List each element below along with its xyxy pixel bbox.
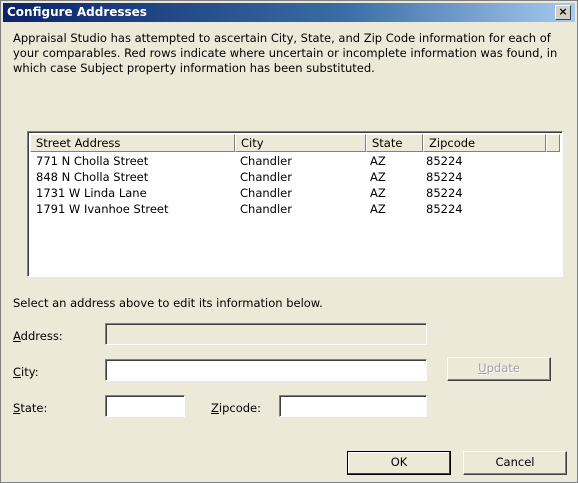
cell-street-address: 771 N Cholla Street [36,154,149,168]
close-icon[interactable]: × [555,5,571,20]
cell-city: Chandler [240,154,292,168]
cell-zipcode: 85224 [426,170,463,184]
table-row[interactable]: 1791 W Ivanhoe Street Chandler AZ 85224 [30,201,560,217]
column-header-state[interactable]: State [366,134,423,152]
address-list[interactable]: Street Address City State Zipcode 771 N … [27,131,563,277]
update-label-text: pdate [486,361,520,375]
cell-city: Chandler [240,170,292,184]
cancel-button[interactable]: Cancel [463,451,567,475]
cell-street-address: 1791 W Ivanhoe Street [36,202,169,216]
update-label-accelerator: U [478,361,487,375]
zipcode-label: Zipcode: [211,401,261,415]
column-header-filler [546,134,560,152]
city-label: City: [13,365,39,379]
ok-button[interactable]: OK [347,451,451,475]
column-header-zipcode[interactable]: Zipcode [423,134,546,152]
table-row[interactable]: 1731 W Linda Lane Chandler AZ 85224 [30,185,560,201]
cell-zipcode: 85224 [426,154,463,168]
cell-state: AZ [370,186,386,200]
title-bar[interactable]: Configure Addresses × [3,3,575,22]
configure-addresses-dialog: Configure Addresses × Appraisal Studio h… [0,0,578,483]
column-header-city[interactable]: City [235,134,366,152]
list-body: 771 N Cholla Street Chandler AZ 85224 84… [30,153,560,217]
city-label-text: ity: [21,365,39,379]
state-label-text: tate: [20,401,48,415]
cell-city: Chandler [240,202,292,216]
window-title: Configure Addresses [7,5,147,19]
cell-city: Chandler [240,186,292,200]
address-label-text: ddress: [20,329,63,343]
list-header: Street Address City State Zipcode [30,134,560,152]
cell-street-address: 848 N Cholla Street [36,170,149,184]
state-field[interactable] [105,395,185,417]
cell-state: AZ [370,202,386,216]
zipcode-label-text: ipcode: [218,401,261,415]
edit-hint-text: Select an address above to edit its info… [13,296,323,310]
table-row[interactable]: 771 N Cholla Street Chandler AZ 85224 [30,153,560,169]
city-field[interactable] [105,359,427,381]
city-label-accelerator: C [13,365,22,379]
cell-street-address: 1731 W Linda Lane [36,186,147,200]
cell-zipcode: 85224 [426,202,463,216]
address-field[interactable] [105,323,427,345]
cell-state: AZ [370,170,386,184]
cell-state: AZ [370,154,386,168]
zipcode-label-accelerator: Z [211,401,219,415]
column-header-street-address[interactable]: Street Address [30,134,235,152]
cell-zipcode: 85224 [426,186,463,200]
address-label-accelerator: A [13,329,21,343]
state-label: State: [13,401,47,415]
table-row[interactable]: 848 N Cholla Street Chandler AZ 85224 [30,169,560,185]
update-button[interactable]: Update [447,357,551,381]
address-label: Address: [13,329,63,343]
description-text: Appraisal Studio has attempted to ascert… [13,31,558,75]
zipcode-field[interactable] [279,395,427,417]
